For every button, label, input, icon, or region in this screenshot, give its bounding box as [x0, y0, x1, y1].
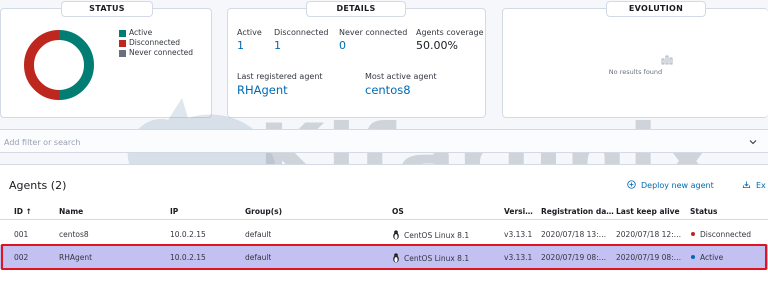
linux-tux-icon [393, 253, 399, 263]
column-header-id[interactable]: ID ↑ [14, 207, 32, 216]
cell-name: centos8 [59, 230, 89, 239]
legend-label-disconnected: Disconnected [129, 38, 181, 47]
header-divider [0, 219, 768, 220]
cell-os: CentOS Linux 8.1 [392, 253, 469, 263]
cell-os-label: CentOS Linux 8.1 [404, 254, 470, 263]
column-header-version[interactable]: Versi… [504, 207, 533, 216]
column-header-name[interactable]: Name [59, 207, 83, 216]
most-active-label: Most active agent [365, 72, 437, 81]
donut-slice-active[interactable] [58, 30, 94, 100]
cell-os-label: CentOS Linux 8.1 [404, 231, 470, 240]
table-row-selected[interactable]: 002 RHAgent 10.0.2.15 default CentOS Lin… [0, 245, 768, 269]
legend-item-disconnected[interactable]: Disconnected [119, 38, 193, 48]
column-header-status[interactable]: Status [690, 207, 717, 216]
never-connected-label: Never connected [339, 28, 408, 37]
cell-os: CentOS Linux 8.1 [392, 230, 469, 240]
column-header-last-keep-alive[interactable]: Last keep alive [616, 207, 680, 216]
cell-status: Active [691, 253, 723, 262]
chart-icon [661, 55, 673, 65]
status-panel: STATUS Active Disconnected Never connect… [0, 1, 212, 118]
cell-id: 002 [14, 253, 29, 262]
agents-title: Agents (2) [9, 179, 67, 192]
cell-name: RHAgent [59, 253, 93, 262]
last-registered-label: Last registered agent [237, 72, 323, 81]
status-panel-title: STATUS [61, 1, 153, 17]
legend-item-never-connected[interactable]: Never connected [119, 48, 193, 58]
cell-ip: 10.0.2.15 [170, 230, 206, 239]
cell-registration-date: 2020/07/18 13:… [541, 230, 607, 239]
donut-slice-disconnected[interactable] [24, 30, 60, 100]
plus-circle-icon [627, 180, 636, 189]
export-icon [742, 181, 751, 189]
details-panel: DETAILS Active 1 Disconnected 1 Never co… [227, 1, 486, 118]
column-header-registration-date[interactable]: Registration da… [541, 207, 614, 216]
cell-ip: 10.0.2.15 [170, 253, 206, 262]
legend-swatch-never-connected [119, 49, 126, 57]
export-label: Ex [756, 181, 766, 190]
linux-tux-icon [393, 230, 399, 240]
active-count-link[interactable]: 1 [237, 39, 244, 52]
last-registered-agent-link[interactable]: RHAgent [237, 83, 288, 97]
cell-version: v3.13.1 [504, 253, 533, 262]
legend-swatch-active [119, 29, 126, 37]
cell-status-label: Disconnected [700, 230, 752, 239]
column-header-groups[interactable]: Group(s) [245, 207, 282, 216]
never-connected-count-link[interactable]: 0 [339, 39, 346, 52]
chevron-down-icon[interactable] [748, 137, 758, 147]
deploy-new-agent-button[interactable]: Deploy new agent [627, 180, 714, 190]
status-donut-chart [24, 30, 94, 100]
cell-status: Disconnected [691, 230, 751, 239]
cell-group: default [245, 253, 272, 262]
cell-last-keep-alive: 2020/07/18 12:… [616, 230, 682, 239]
agents-coverage-value: 50.00% [416, 39, 458, 52]
cell-registration-date: 2020/07/19 08:… [541, 253, 607, 262]
search-bar [0, 129, 768, 153]
active-label: Active [237, 28, 262, 37]
export-button[interactable]: Ex [742, 180, 766, 190]
disconnected-label: Disconnected [274, 28, 329, 37]
status-dot-disconnected [691, 232, 695, 236]
no-results-text: No results found [608, 68, 663, 76]
table-row[interactable]: 001 centos8 10.0.2.15 default CentOS Lin… [0, 222, 768, 246]
cell-id: 001 [14, 230, 29, 239]
legend-item-active[interactable]: Active [119, 28, 193, 38]
cell-last-keep-alive: 2020/07/19 08:… [616, 253, 682, 262]
agents-panel: Agents (2) Deploy new agent Ex ID ↑ Name… [0, 164, 768, 288]
details-panel-title: DETAILS [306, 1, 406, 17]
cell-group: default [245, 230, 272, 239]
disconnected-count-link[interactable]: 1 [274, 39, 281, 52]
status-dot-active [691, 255, 695, 259]
column-header-ip[interactable]: IP [170, 207, 178, 216]
most-active-agent-link[interactable]: centos8 [365, 83, 411, 97]
legend-label-never-connected: Never connected [129, 48, 194, 57]
deploy-new-agent-label: Deploy new agent [641, 181, 714, 190]
evolution-panel: EVOLUTION No results found [502, 1, 768, 118]
cell-version: v3.13.1 [504, 230, 533, 239]
cell-status-label: Active [700, 253, 724, 262]
legend-label-active: Active [129, 28, 153, 37]
search-input[interactable] [4, 135, 704, 149]
agents-coverage-label: Agents coverage [416, 28, 484, 37]
status-legend: Active Disconnected Never connected [119, 28, 193, 58]
evolution-panel-title: EVOLUTION [606, 1, 706, 17]
column-header-os[interactable]: OS [392, 207, 404, 216]
legend-swatch-disconnected [119, 39, 126, 47]
